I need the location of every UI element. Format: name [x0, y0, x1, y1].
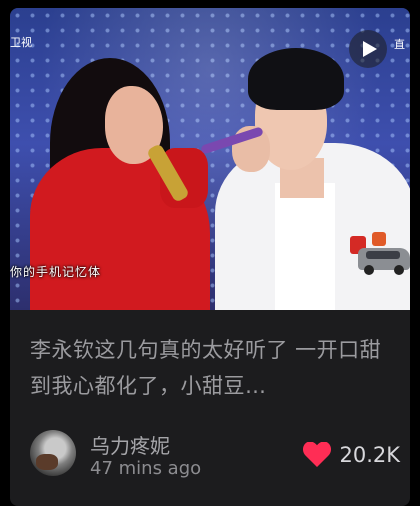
performer-man-hair: [248, 48, 344, 110]
play-icon: [362, 41, 377, 57]
car-window: [366, 251, 400, 259]
avatar[interactable]: [30, 430, 76, 476]
video-subtitle: 你的手机记忆体: [10, 265, 102, 279]
video-thumbnail[interactable]: 卫视 你的手机记忆体 直: [10, 8, 410, 310]
sponsor-car-overlay: [350, 232, 410, 278]
tv-channel-logo: 卫视: [10, 36, 32, 49]
like-button[interactable]: 20.2K: [303, 442, 400, 467]
post-title[interactable]: 李永钦这几句真的太好听了 一开口甜到我心都化了，小甜豆…: [30, 332, 392, 404]
performer-man-shirt: [275, 183, 335, 310]
author-row: 乌力疼妮 47 mins ago 20.2K: [30, 428, 400, 479]
like-count: 20.2K: [339, 442, 400, 467]
post-timestamp: 47 mins ago: [90, 458, 202, 479]
gift-box-icon: [372, 232, 386, 246]
author-name[interactable]: 乌力疼妮: [90, 430, 170, 459]
play-button[interactable]: [349, 30, 387, 68]
live-label: 直: [394, 38, 405, 51]
post-card[interactable]: 卫视 你的手机记忆体 直 李永钦这几句真的太好听了 一开口甜到我心都化了，小甜豆…: [10, 8, 410, 506]
heart-icon: [303, 442, 332, 467]
car-wheel: [364, 265, 374, 275]
car-wheel: [394, 265, 404, 275]
